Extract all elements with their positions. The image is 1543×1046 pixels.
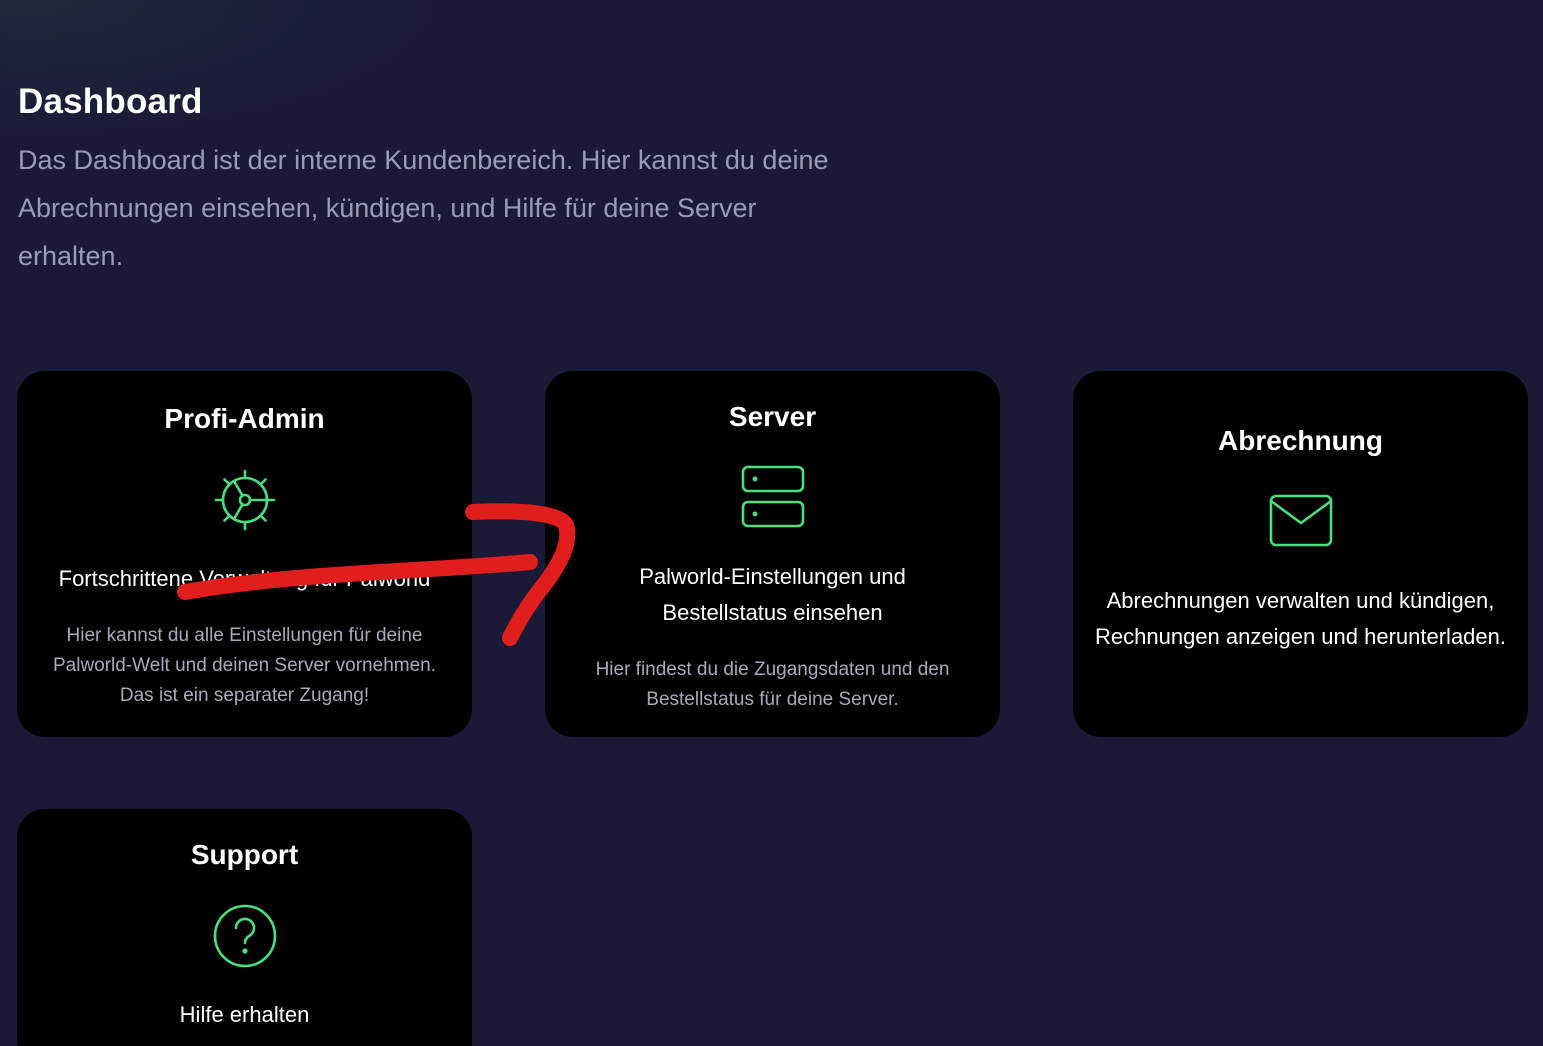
- card-profi-admin[interactable]: Profi-Admin Fortschrittene Verwaltung fü…: [17, 371, 472, 737]
- card-support[interactable]: Support Hilfe erhalten: [17, 809, 472, 1046]
- card-description: Hier findest du die Zugangsdaten und den…: [595, 659, 950, 710]
- card-title: Server: [728, 401, 817, 432]
- card-billing[interactable]: Abrechnung Abrechnungen verwalten und kü…: [1073, 371, 1528, 737]
- card-subtitle: Abrechnungen verwalten und kündigen, Rec…: [1095, 588, 1506, 649]
- card-subtitle: Fortschrittene Verwaltung für Palworld: [58, 566, 431, 591]
- gear-icon: [17, 467, 472, 533]
- page-intro: Das Dashboard ist der interne Kundenbere…: [18, 145, 829, 271]
- page-title: Dashboard: [18, 82, 203, 121]
- card-subtitle: Palworld-Einstellungen und Bestellstatus…: [639, 564, 906, 625]
- card-server[interactable]: Server Palworld-Einstellungen und Bestel…: [545, 371, 1000, 737]
- card-title: Abrechnung: [1218, 425, 1383, 456]
- help-circle-icon: [17, 903, 472, 969]
- card-title: Profi-Admin: [164, 403, 325, 434]
- card-subtitle: Hilfe erhalten: [179, 1002, 310, 1027]
- server-icon: [545, 463, 1000, 529]
- mail-icon: [1073, 493, 1528, 549]
- card-description: Hier kannst du alle Einstellungen für de…: [52, 625, 436, 706]
- card-title: Support: [190, 839, 299, 870]
